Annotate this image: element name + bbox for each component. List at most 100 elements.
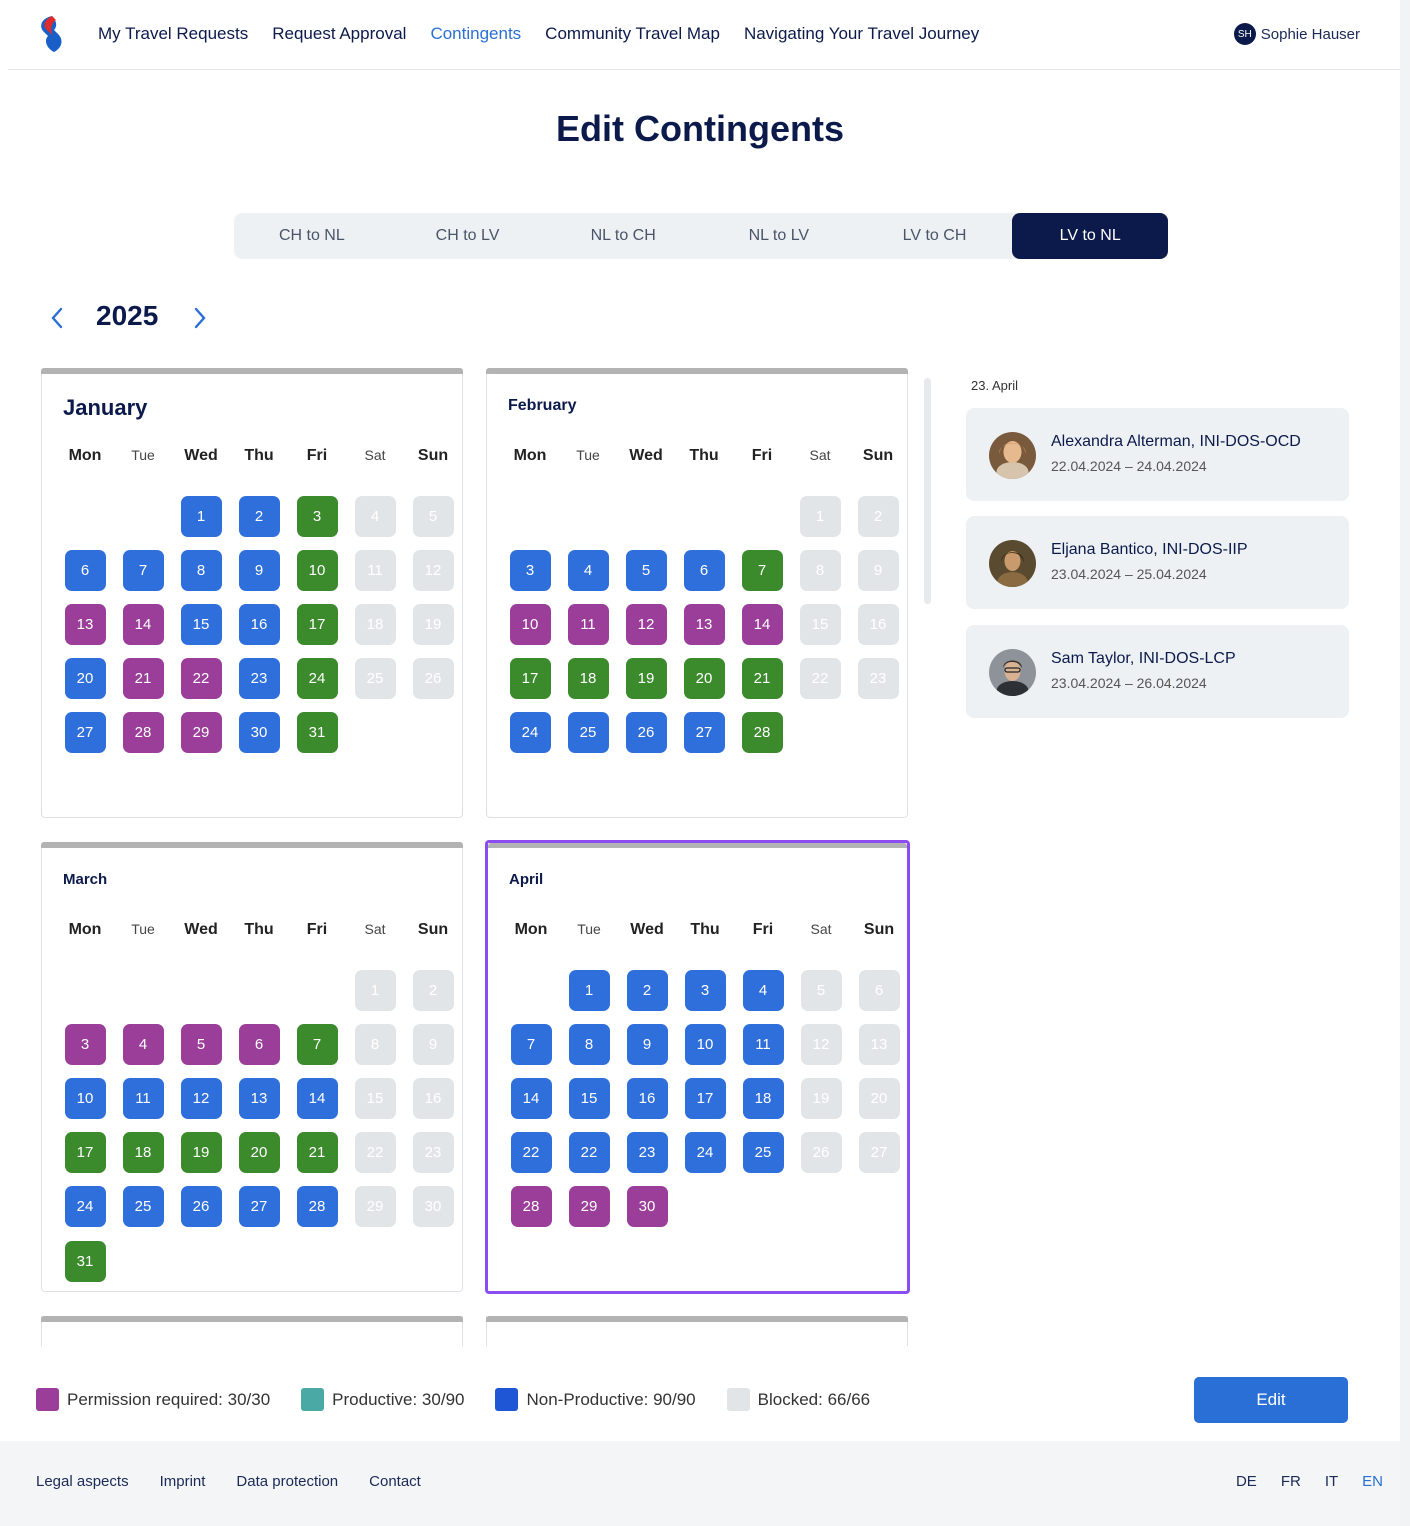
day-button[interactable]: 9 (412, 1023, 454, 1065)
language-option[interactable]: DE (1236, 1473, 1257, 1490)
edit-button[interactable]: Edit (1194, 1377, 1348, 1423)
user-menu[interactable]: SH Sophie Hauser (1233, 23, 1360, 45)
day-button[interactable]: 7 (122, 549, 164, 591)
traveler-card[interactable]: Eljana Bantico, INI-DOS-IIP 23.04.2024 –… (966, 516, 1349, 609)
day-button[interactable]: 20 (858, 1077, 900, 1119)
day-button[interactable]: 27 (858, 1132, 900, 1174)
footer-link[interactable]: Contact (369, 1473, 421, 1490)
nav-link[interactable]: Community Travel Map (545, 24, 720, 44)
day-button[interactable]: 3 (64, 1023, 106, 1065)
day-button[interactable]: 30 (412, 1186, 454, 1228)
day-button[interactable]: 5 (412, 495, 454, 537)
logo-icon[interactable] (34, 14, 66, 54)
day-button[interactable]: 28 (296, 1186, 338, 1228)
day-button[interactable]: 11 (354, 549, 396, 591)
traveler-card[interactable]: Sam Taylor, INI-DOS-LCP 23.04.2024 – 26.… (966, 625, 1349, 718)
nav-link[interactable]: Navigating Your Travel Journey (744, 24, 979, 44)
day-button[interactable]: 16 (857, 603, 899, 645)
day-button[interactable]: 15 (180, 603, 222, 645)
day-button[interactable]: 1 (568, 969, 610, 1011)
day-button[interactable]: 28 (741, 712, 783, 754)
day-button[interactable]: 13 (238, 1077, 280, 1119)
day-button[interactable]: 12 (180, 1077, 222, 1119)
day-button[interactable]: 7 (741, 549, 783, 591)
day-button[interactable]: 24 (684, 1132, 726, 1174)
day-button[interactable]: 21 (296, 1132, 338, 1174)
language-option[interactable]: EN (1362, 1473, 1383, 1490)
day-button[interactable]: 3 (296, 495, 338, 537)
nav-link[interactable]: My Travel Requests (98, 24, 248, 44)
footer-link[interactable]: Legal aspects (36, 1473, 129, 1490)
day-button[interactable]: 1 (354, 969, 396, 1011)
day-button[interactable]: 7 (510, 1023, 552, 1065)
tab-route[interactable]: LV to NL (1012, 213, 1169, 259)
day-button[interactable]: 12 (625, 603, 667, 645)
day-button[interactable]: 6 (238, 1023, 280, 1065)
day-button[interactable]: 19 (800, 1077, 842, 1119)
day-button[interactable]: 23 (626, 1132, 668, 1174)
day-button[interactable]: 15 (568, 1077, 610, 1119)
day-button[interactable]: 27 (238, 1186, 280, 1228)
day-button[interactable]: 9 (238, 549, 280, 591)
tab-route[interactable]: LV to CH (857, 213, 1013, 259)
day-button[interactable]: 28 (122, 712, 164, 754)
tab-route[interactable]: CH to NL (234, 213, 390, 259)
day-button[interactable]: 29 (180, 712, 222, 754)
day-button[interactable]: 11 (567, 603, 609, 645)
day-button[interactable]: 4 (742, 969, 784, 1011)
day-button[interactable]: 19 (180, 1132, 222, 1174)
day-button[interactable]: 5 (800, 969, 842, 1011)
day-button[interactable]: 22 (354, 1132, 396, 1174)
day-button[interactable]: 27 (683, 712, 725, 754)
day-button[interactable]: 21 (122, 658, 164, 700)
day-button[interactable]: 18 (742, 1077, 784, 1119)
nav-link[interactable]: Request Approval (272, 24, 406, 44)
tab-route[interactable]: NL to LV (701, 213, 857, 259)
day-button[interactable]: 8 (354, 1023, 396, 1065)
day-button[interactable]: 9 (626, 1023, 668, 1065)
day-button[interactable]: 10 (684, 1023, 726, 1065)
day-button[interactable]: 26 (180, 1186, 222, 1228)
day-button[interactable]: 18 (354, 603, 396, 645)
language-option[interactable]: IT (1325, 1473, 1338, 1490)
day-button[interactable]: 31 (296, 712, 338, 754)
footer-link[interactable]: Data protection (236, 1473, 338, 1490)
day-button[interactable]: 16 (626, 1077, 668, 1119)
day-button[interactable]: 17 (509, 658, 551, 700)
day-button[interactable]: 29 (568, 1186, 610, 1228)
day-button[interactable]: 11 (742, 1023, 784, 1065)
day-button[interactable]: 18 (567, 658, 609, 700)
day-button[interactable]: 30 (238, 712, 280, 754)
day-button[interactable]: 20 (683, 658, 725, 700)
day-button[interactable]: 24 (296, 658, 338, 700)
day-button[interactable]: 22 (799, 658, 841, 700)
day-button[interactable]: 1 (180, 495, 222, 537)
day-button[interactable]: 2 (238, 495, 280, 537)
language-option[interactable]: FR (1281, 1473, 1301, 1490)
day-button[interactable]: 23 (238, 658, 280, 700)
day-button[interactable]: 25 (742, 1132, 784, 1174)
day-button[interactable]: 26 (625, 712, 667, 754)
traveler-card[interactable]: Alexandra Alterman, INI-DOS-OCD 22.04.20… (966, 408, 1349, 501)
day-button[interactable]: 14 (510, 1077, 552, 1119)
day-button[interactable]: 5 (625, 549, 667, 591)
day-button[interactable]: 6 (683, 549, 725, 591)
day-button[interactable]: 13 (683, 603, 725, 645)
day-button[interactable]: 8 (568, 1023, 610, 1065)
day-button[interactable]: 25 (567, 712, 609, 754)
tab-route[interactable]: NL to CH (545, 213, 701, 259)
day-button[interactable]: 22 (510, 1132, 552, 1174)
day-button[interactable]: 4 (567, 549, 609, 591)
day-button[interactable]: 25 (122, 1186, 164, 1228)
day-button[interactable]: 14 (296, 1077, 338, 1119)
day-button[interactable]: 16 (412, 1077, 454, 1119)
day-button[interactable]: 12 (412, 549, 454, 591)
day-button[interactable]: 29 (354, 1186, 396, 1228)
day-button[interactable]: 16 (238, 603, 280, 645)
day-button[interactable]: 27 (64, 712, 106, 754)
day-button[interactable]: 15 (354, 1077, 396, 1119)
day-button[interactable]: 13 (64, 603, 106, 645)
day-button[interactable]: 13 (858, 1023, 900, 1065)
day-button[interactable]: 10 (296, 549, 338, 591)
day-button[interactable]: 12 (800, 1023, 842, 1065)
